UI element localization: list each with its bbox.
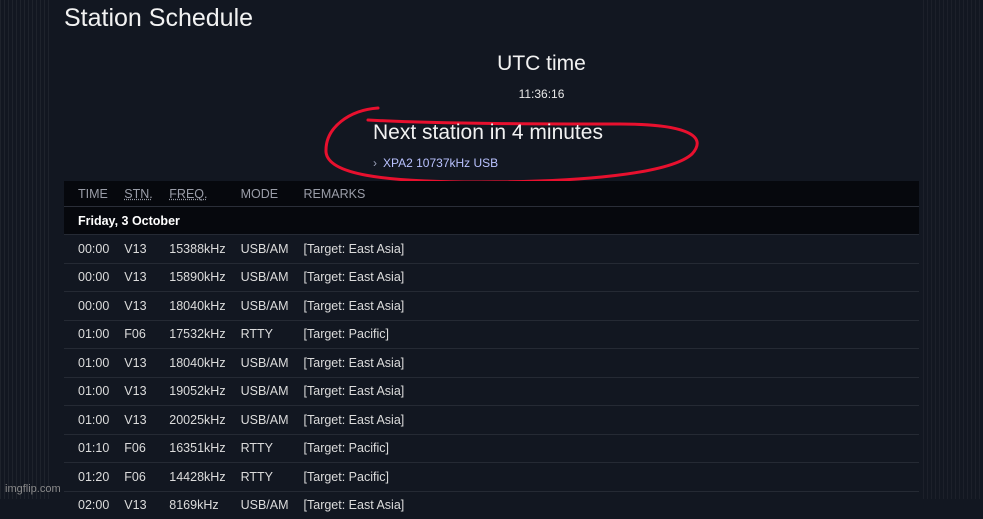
- cell-time: 01:00: [64, 319, 111, 349]
- col-station: STN.: [124, 186, 153, 201]
- cell-station: F06: [110, 462, 156, 491]
- col-remarks: REMARKS: [303, 186, 366, 201]
- cell-station: V13: [110, 376, 156, 406]
- cell-time: 00:00: [64, 234, 111, 263]
- cell-frequency: 15388kHz: [155, 234, 227, 263]
- table-row: 01:00 V13 19052kHz USB/AM [Target: East Asia…: [64, 376, 919, 406]
- cell-mode: USB/AM: [226, 291, 290, 320]
- cell-station: V13: [110, 262, 156, 292]
- cell-remarks: [Target: East Asia]: [289, 348, 919, 377]
- cell-time: 01:00: [64, 348, 111, 377]
- cell-time: 01:10: [64, 433, 111, 463]
- cell-mode: USB/AM: [226, 262, 290, 292]
- cell-time: 02:00: [64, 490, 111, 519]
- col-time: TIME: [78, 186, 108, 201]
- cell-time: 00:00: [64, 291, 111, 320]
- cell-frequency: 18040kHz: [155, 348, 227, 377]
- cell-mode: USB/AM: [226, 234, 290, 263]
- cell-frequency: 16351kHz: [155, 433, 227, 463]
- table-row: 01:10 F06 16351kHz RTTY [Target: Pacific]: [64, 433, 919, 463]
- watermark: imgflip.com: [5, 483, 61, 495]
- table-header-row: TIME STN. FREQ. MODE REMARKS: [64, 181, 919, 207]
- table-row: 00:00 V13 15388kHz USB/AM [Target: East Asia…: [64, 234, 919, 263]
- cell-station: V13: [110, 348, 156, 377]
- table-row: 01:00 V13 20025kHz USB/AM [Target: East Asia…: [64, 405, 919, 434]
- cell-station: V13: [110, 234, 156, 263]
- table-row: 01:00 V13 18040kHz USB/AM [Target: East Asia…: [64, 348, 919, 377]
- cell-mode: USB/AM: [226, 490, 290, 519]
- cell-remarks: [Target: Pacific]: [289, 319, 919, 349]
- table-row: 00:00 V13 15890kHz USB/AM [Target: East Asia…: [64, 262, 919, 292]
- cell-mode: RTTY: [226, 433, 290, 463]
- day-row: Friday, 3 October: [64, 206, 919, 235]
- cell-remarks: [Target: East Asia]: [289, 490, 919, 519]
- cell-remarks: [Target: East Asia]: [289, 376, 919, 406]
- col-mode: MODE: [240, 186, 279, 201]
- cell-station: V13: [110, 490, 156, 519]
- table-row: 00:00 V13 18040kHz USB/AM [Target: East Asia…: [64, 291, 919, 320]
- cell-mode: RTTY: [226, 462, 290, 491]
- cell-mode: USB/AM: [226, 376, 290, 406]
- cell-time: 01:20: [64, 462, 111, 491]
- red-circle-annotation: [324, 106, 699, 184]
- cell-frequency: 18040kHz: [155, 291, 227, 320]
- schedule-table: TIME STN. FREQ. MODE REMARKS Friday, 3 O…: [64, 181, 919, 519]
- cell-remarks: [Target: Pacific]: [289, 462, 919, 491]
- cell-remarks: [Target: East Asia]: [289, 262, 919, 292]
- day-label: Friday, 3 October: [64, 206, 919, 235]
- chevron-right-icon: ›: [373, 156, 377, 170]
- cell-remarks: [Target: East Asia]: [289, 234, 919, 263]
- cell-frequency: 17532kHz: [155, 319, 227, 349]
- cell-mode: RTTY: [226, 319, 290, 349]
- next-station-link[interactable]: XPA2 10737kHz USB: [383, 156, 498, 170]
- cell-mode: USB/AM: [226, 348, 290, 377]
- page-title: Station Schedule: [64, 4, 254, 32]
- table-row: 02:00 V13 8169kHz USB/AM [Target: East Asia]: [64, 490, 919, 519]
- next-station-line: › XPA2 10737kHz USB: [373, 156, 498, 170]
- cell-station: V13: [110, 405, 156, 434]
- cell-time: 01:00: [64, 405, 111, 434]
- cell-time: 00:00: [64, 262, 111, 292]
- col-frequency: FREQ.: [169, 186, 208, 201]
- cell-frequency: 15890kHz: [155, 262, 227, 292]
- cell-frequency: 20025kHz: [155, 405, 227, 434]
- cell-frequency: 14428kHz: [155, 462, 227, 491]
- cell-remarks: [Target: East Asia]: [289, 405, 919, 434]
- table-row: 01:20 F06 14428kHz RTTY [Target: Pacific]: [64, 462, 919, 491]
- utc-clock: 11:36:16: [518, 87, 565, 101]
- cell-time: 01:00: [64, 376, 111, 406]
- cell-frequency: 19052kHz: [155, 376, 227, 406]
- cell-frequency: 8169kHz: [155, 490, 227, 519]
- cell-remarks: [Target: East Asia]: [289, 291, 919, 320]
- utc-label: UTC time: [497, 52, 586, 75]
- cell-remarks: [Target: Pacific]: [289, 433, 919, 463]
- cell-mode: USB/AM: [226, 405, 290, 434]
- cell-station: V13: [110, 291, 156, 320]
- table-row: 01:00 F06 17532kHz RTTY [Target: Pacific]: [64, 319, 919, 349]
- cell-station: F06: [110, 433, 156, 463]
- cell-station: F06: [110, 319, 156, 349]
- next-station-heading: Next station in 4 minutes: [373, 121, 603, 144]
